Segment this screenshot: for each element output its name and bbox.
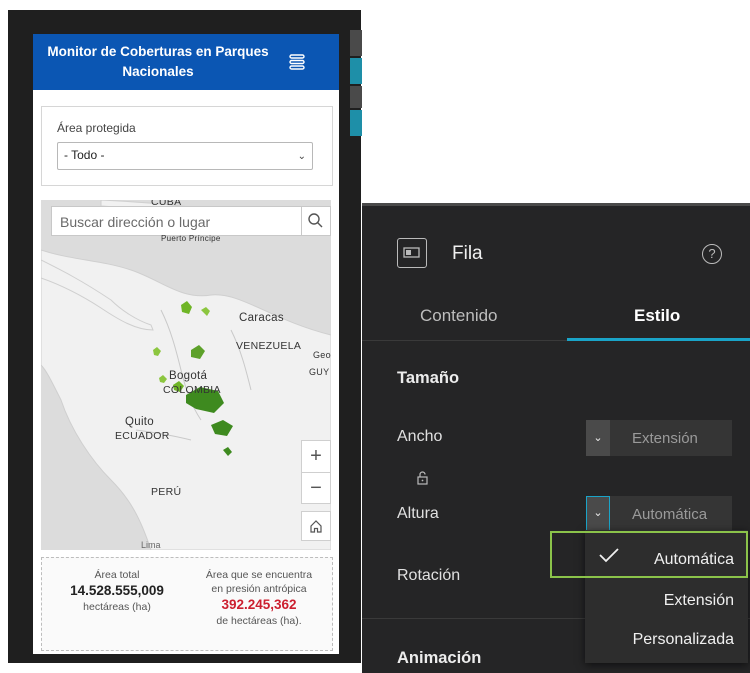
app-header: Monitor de Coberturas en Parques Naciona… [33,34,339,90]
section-size-title: Tamaño [397,369,460,387]
total-area-unit: hectáreas (ha) [83,601,151,613]
map-label-guyana: GUY [309,367,330,377]
chevron-down-icon: ⌄ [297,151,306,162]
protected-area-filter: Área protegida - Todo - ⌄ [41,106,333,186]
help-icon[interactable]: ? [702,244,722,264]
tab-content[interactable]: Contenido [420,306,498,326]
width-label: Ancho [397,428,443,445]
width-dropdown[interactable]: ⌄ Extensión [586,420,732,456]
map-label-bogota: Bogotá [169,370,208,382]
map-label-colombia: COLOMBIA [163,384,221,396]
side-strip-1 [350,30,362,56]
height-dropdown-value: Automática [632,506,708,523]
map-label-puerto-principe: Puerto Príncipe [161,234,221,243]
pressure-area-label-2: en presión antrópica [211,583,307,595]
side-strip-2 [350,58,362,84]
map-label-georgetown: Geor [313,350,331,360]
width-dropdown-value: Extensión [632,430,698,447]
side-strip-4 [350,110,362,136]
height-label: Altura [397,505,439,522]
rotation-label: Rotación [397,567,461,584]
section-animation-title: Animación [397,649,482,667]
pressure-area-stat: Área que se encuentra en presión antrópi… [190,568,328,629]
tab-style[interactable]: Estilo [634,306,680,326]
map-label-venezuela: VENEZUELA [236,340,302,352]
search-icon [308,213,323,228]
unlock-icon[interactable] [416,471,430,485]
side-strip-3 [350,86,362,108]
search-box[interactable]: Buscar dirección o lugar [51,206,331,236]
total-area-label: Área total [94,569,140,581]
home-button[interactable] [301,511,331,541]
active-tab-indicator [567,338,750,341]
home-icon [310,520,322,533]
search-button[interactable] [301,207,330,235]
total-area-value: 14.528.555,009 [70,583,164,598]
app-title-line-1: Monitor de Coberturas en Parques [47,44,269,59]
pressure-area-label-1: Área que se encuentra [205,569,313,581]
zoom-in-button[interactable]: + [302,441,330,473]
mobile-preview-frame: Monitor de Coberturas en Parques Naciona… [8,10,361,663]
highlight-outline [550,531,748,578]
protected-area-select[interactable]: - Todo - ⌄ [57,142,313,170]
app-title: Monitor de Coberturas en Parques Naciona… [33,42,283,82]
pressure-area-value: 392.245,362 [221,597,297,612]
app-title-line-2: Nacionales [122,64,194,79]
total-area-stat: Área total 14.528.555,009 hectáreas (ha) [52,568,182,615]
stats-panel: Área total 14.528.555,009 hectáreas (ha)… [41,557,333,651]
zoom-out-button[interactable]: − [302,473,330,504]
zoom-controls: + − [301,440,331,504]
chevron-down-icon: ⌄ [586,496,610,532]
map-label-ecuador: ECUADOR [115,430,170,442]
panel-title: Fila [452,243,483,264]
protected-area-label: Área protegida [57,121,136,135]
mobile-app: Monitor de Coberturas en Parques Naciona… [33,34,339,654]
menu-item-extension[interactable]: Extensión [664,592,734,610]
map-label-lima: Lima [141,540,161,550]
map-label-cuba: CUBA [151,200,182,208]
pressure-area-unit: de hectáreas (ha). [216,615,302,627]
chevron-down-icon: ⌄ [586,420,610,456]
hamburger-icon[interactable] [287,52,307,72]
menu-item-personalizada[interactable]: Personalizada [633,631,734,649]
map-label-peru: PERÚ [151,486,182,498]
map-label-quito: Quito [125,416,154,428]
panel-top-border [362,203,750,206]
map-label-caracas: Caracas [239,312,284,324]
height-dropdown[interactable]: ⌄ Automática [586,496,732,532]
protected-area-select-value: - Todo - [64,148,105,162]
row-widget-icon [397,238,427,268]
map-view[interactable]: Buscar dirección o lugar CUBA Puerto Prí… [41,200,331,550]
search-placeholder: Buscar dirección o lugar [60,214,211,230]
